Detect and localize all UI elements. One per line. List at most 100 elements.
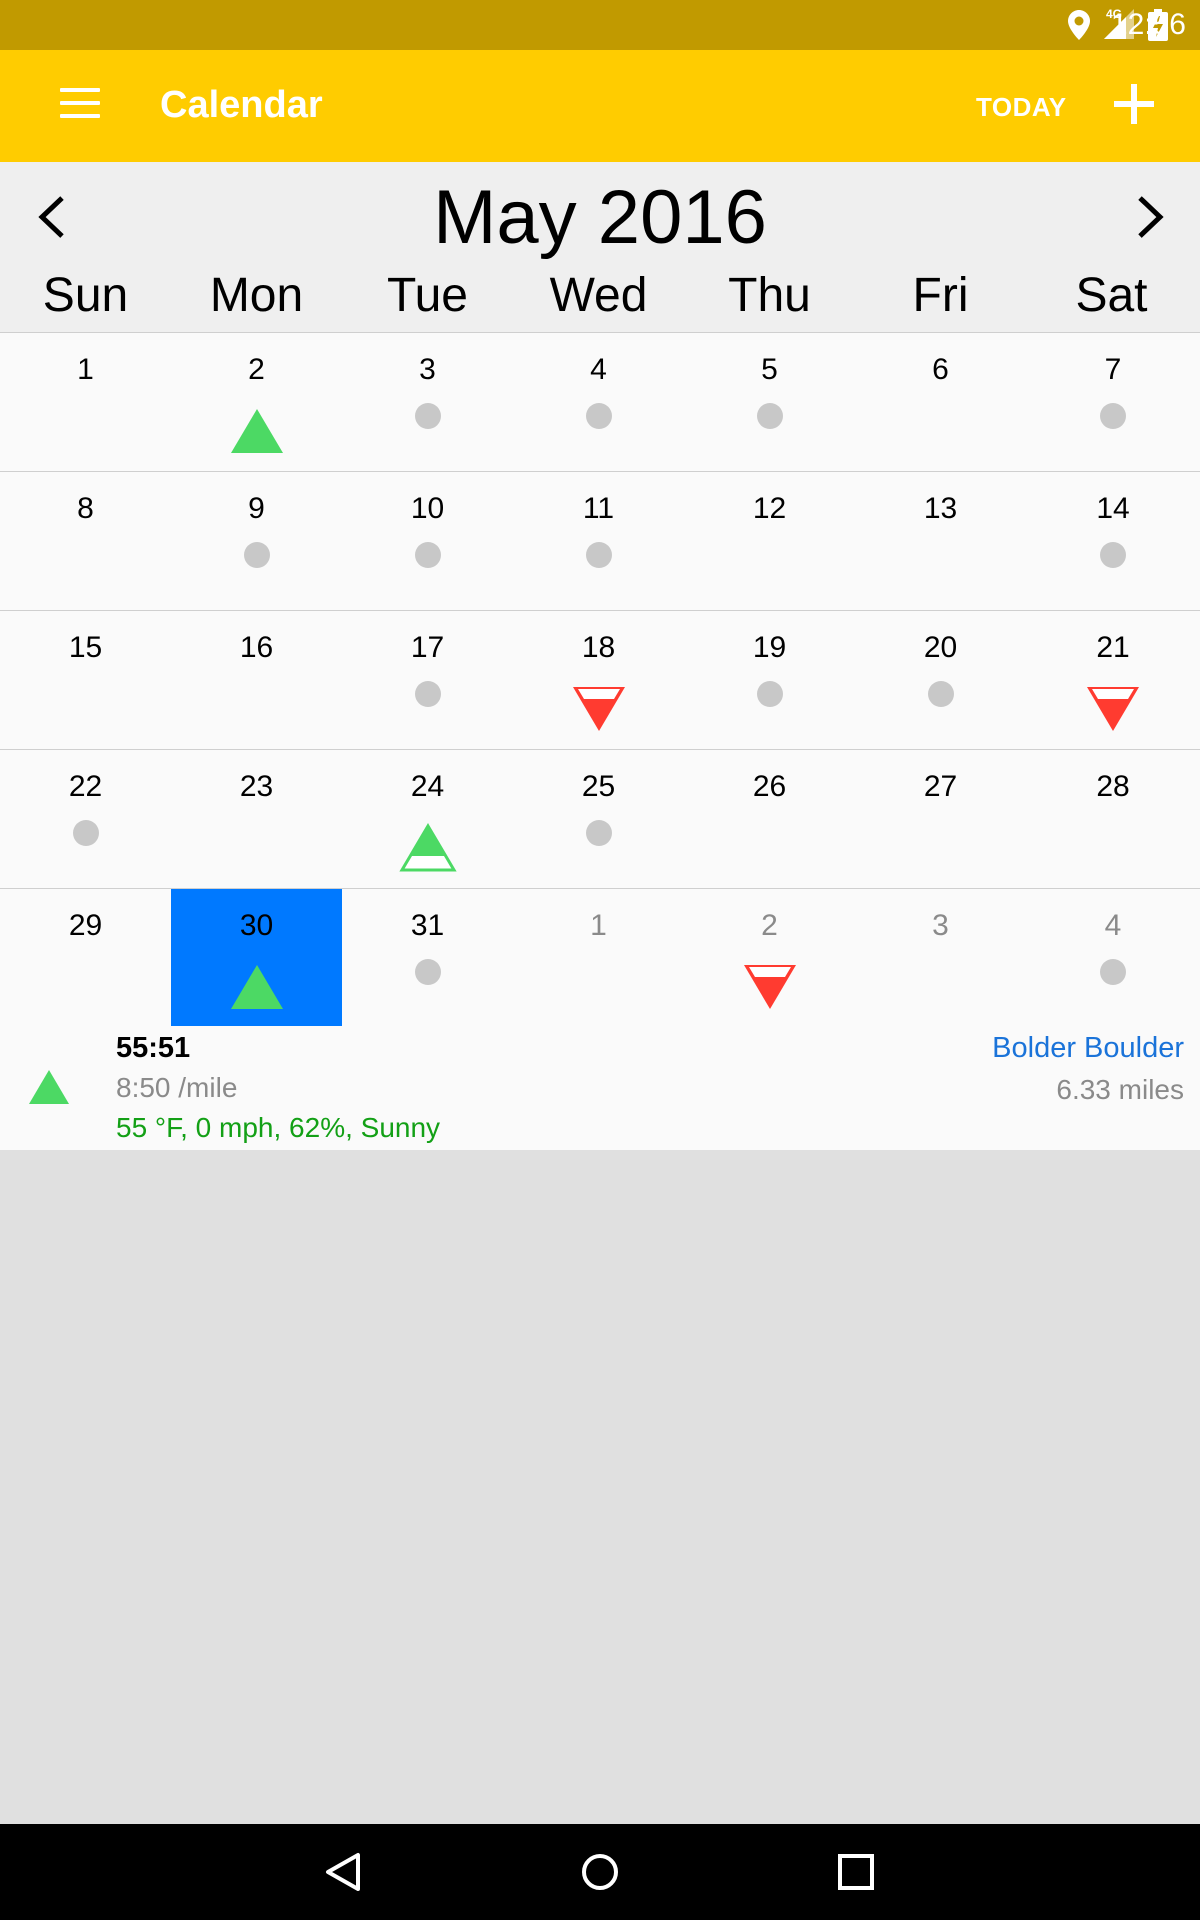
red-down-triangle-icon — [743, 965, 796, 1009]
day-cell[interactable]: 1 — [0, 333, 171, 471]
menu-icon[interactable] — [60, 88, 100, 122]
day-cell[interactable]: 4 — [513, 333, 684, 471]
day-cell[interactable]: 2 — [171, 333, 342, 471]
day-number: 17 — [410, 631, 445, 664]
weekday-row: Sun Mon Tue Wed Thu Fri Sat — [0, 268, 1200, 328]
day-cell[interactable]: 21 — [1026, 611, 1200, 749]
weekday-label: Fri — [912, 269, 969, 322]
day-cell[interactable]: 6 — [855, 333, 1026, 471]
day-cell[interactable]: 10 — [342, 472, 513, 610]
day-number: 25 — [581, 770, 616, 803]
day-number: 16 — [239, 631, 274, 664]
recents-icon[interactable] — [834, 1850, 878, 1894]
red-down-triangle-icon — [1087, 687, 1139, 731]
day-cell[interactable]: 29 — [0, 889, 171, 1027]
run-weather: 55 °F, 0 mph, 62%, Sunny — [116, 1112, 441, 1143]
gray-dot-icon — [414, 959, 441, 985]
day-number: 7 — [1104, 353, 1122, 386]
day-number: 27 — [923, 770, 958, 803]
green-up-outline-triangle-icon — [398, 823, 457, 872]
day-cell[interactable]: 15 — [0, 611, 171, 749]
clock: 12:56 — [1110, 8, 1186, 41]
day-number: 11 — [582, 492, 615, 525]
day-cell[interactable]: 8 — [0, 472, 171, 610]
gray-dot-icon — [585, 820, 612, 846]
week-row: 29 30 31 1 2 3 4 — [0, 889, 1200, 1028]
gray-dot-icon — [1100, 403, 1126, 429]
weekday-label: Mon — [209, 269, 304, 322]
run-detail-row[interactable]: 55:51 8:50 /mile 55 °F, 0 mph, 62%, Sunn… — [0, 1026, 1200, 1150]
day-number: 31 — [410, 909, 445, 942]
week-row: 15 16 17 18 19 20 21 — [0, 611, 1200, 750]
day-number: 23 — [239, 770, 274, 803]
green-up-triangle-icon — [230, 409, 283, 453]
week-row: 1 2 3 4 5 6 7 — [0, 333, 1200, 472]
month-title: May 2016 — [433, 175, 767, 260]
day-cell[interactable]: 19 — [684, 611, 855, 749]
day-cell[interactable]: 12 — [684, 472, 855, 610]
day-cell[interactable]: 18 — [513, 611, 684, 749]
today-button[interactable]: TODAY — [976, 92, 1067, 123]
run-distance: 6.33 miles — [1056, 1074, 1184, 1105]
day-cell-selected[interactable]: 30 — [171, 889, 342, 1027]
back-icon[interactable] — [322, 1850, 366, 1894]
day-cell[interactable]: 14 — [1026, 472, 1200, 610]
weekday-label: Tue — [387, 269, 468, 322]
day-cell[interactable]: 27 — [855, 750, 1026, 888]
day-cell[interactable]: 13 — [855, 472, 1026, 610]
day-cell[interactable]: 5 — [684, 333, 855, 471]
red-down-triangle-icon — [572, 687, 625, 731]
run-duration: 55:51 — [116, 1032, 191, 1064]
app-title: Calendar — [160, 84, 323, 126]
day-cell[interactable]: 3 — [855, 889, 1026, 1027]
day-cell[interactable]: 17 — [342, 611, 513, 749]
month-header: May 2016 Sun Mon Tue Wed Thu Fri Sat — [0, 162, 1200, 332]
weekday-label: Wed — [549, 269, 648, 322]
day-cell[interactable]: 4 — [1026, 889, 1200, 1027]
day-number: 26 — [752, 770, 787, 803]
week-row: 8 9 10 11 12 13 14 — [0, 472, 1200, 611]
day-cell[interactable]: 9 — [171, 472, 342, 610]
home-icon[interactable] — [578, 1850, 622, 1894]
day-number: 9 — [248, 492, 265, 525]
gray-dot-icon — [585, 403, 612, 429]
day-number: 30 — [239, 909, 274, 942]
day-cell[interactable]: 24 — [342, 750, 513, 888]
weekday-label: Sat — [1075, 269, 1148, 322]
day-cell[interactable]: 16 — [171, 611, 342, 749]
day-number: 4 — [590, 353, 607, 386]
day-cell[interactable]: 31 — [342, 889, 513, 1027]
weekday-label: Thu — [728, 269, 811, 322]
day-cell[interactable]: 2 — [684, 889, 855, 1027]
gray-dot-icon — [414, 681, 441, 707]
day-cell[interactable]: 1 — [513, 889, 684, 1027]
day-number: 22 — [68, 770, 103, 803]
run-name: Bolder Boulder — [992, 1032, 1184, 1064]
day-cell[interactable]: 22 — [0, 750, 171, 888]
day-cell[interactable]: 28 — [1026, 750, 1200, 888]
day-cell[interactable]: 25 — [513, 750, 684, 888]
day-number: 28 — [1096, 770, 1130, 803]
gray-dot-icon — [72, 820, 99, 846]
day-number: 19 — [752, 631, 787, 664]
green-up-triangle-icon — [29, 1070, 69, 1104]
gray-dot-icon — [243, 542, 270, 568]
day-cell[interactable]: 23 — [171, 750, 342, 888]
day-number: 18 — [581, 631, 616, 664]
day-cell[interactable]: 26 — [684, 750, 855, 888]
day-cell[interactable]: 20 — [855, 611, 1026, 749]
run-pace: 8:50 /mile — [116, 1072, 238, 1103]
add-icon[interactable] — [1112, 82, 1156, 126]
gray-dot-icon — [1100, 542, 1126, 568]
day-number: 20 — [923, 631, 958, 664]
day-cell[interactable]: 11 — [513, 472, 684, 610]
day-number: 24 — [410, 770, 445, 803]
day-number: 15 — [68, 631, 103, 664]
system-nav-bar — [0, 1824, 1200, 1920]
day-number: 1 — [77, 353, 94, 386]
day-cell[interactable]: 7 — [1026, 333, 1200, 471]
next-month-arrow-icon[interactable] — [1128, 192, 1168, 242]
day-number: 14 — [1096, 492, 1130, 525]
gray-dot-icon — [1100, 959, 1126, 985]
day-cell[interactable]: 3 — [342, 333, 513, 471]
